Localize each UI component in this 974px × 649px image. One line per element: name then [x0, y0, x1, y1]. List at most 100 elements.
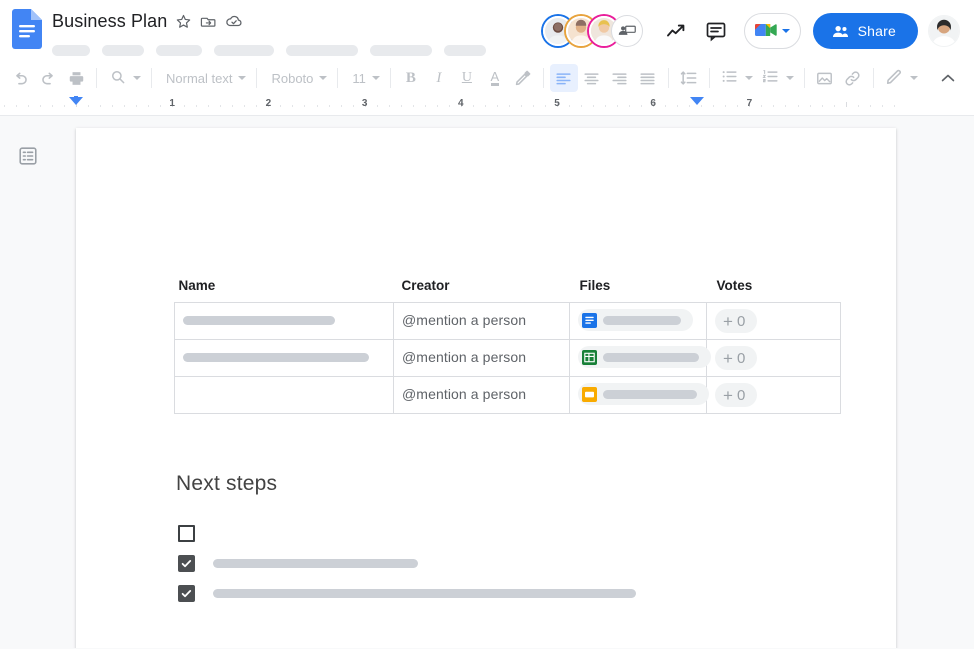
column-header-votes: Votes	[707, 278, 841, 303]
menu-placeholder-format[interactable]	[286, 45, 358, 56]
align-center-icon[interactable]	[578, 64, 606, 92]
cell-files[interactable]	[570, 377, 707, 414]
checklist-item[interactable]	[174, 548, 896, 578]
file-chip[interactable]	[578, 309, 693, 331]
present-to-meeting-icon[interactable]	[612, 16, 642, 46]
menu-placeholder-insert[interactable]	[214, 45, 274, 56]
size-chevron-down-icon	[372, 76, 380, 80]
menu-placeholder-file[interactable]	[52, 45, 90, 56]
ruler-tick-minor	[713, 105, 714, 107]
cell-creator[interactable]: @mention a person	[394, 377, 570, 414]
align-left-icon[interactable]	[550, 64, 578, 92]
ruler-tick-minor	[28, 105, 29, 107]
ruler-tick-minor	[701, 105, 702, 107]
ruler-tick-minor	[124, 105, 125, 107]
vote-chip[interactable]: + 0	[715, 309, 757, 333]
star-icon[interactable]	[175, 13, 192, 30]
paragraph-style-dropdown[interactable]: Normal text	[158, 64, 250, 92]
toolbar-divider	[96, 68, 97, 88]
zoom-chevron-down-icon	[133, 76, 141, 80]
vote-chip[interactable]: + 0	[715, 346, 757, 370]
left-indent-marker[interactable]	[69, 97, 83, 105]
ruler[interactable]: 1234567	[0, 96, 974, 116]
undo-icon[interactable]	[6, 64, 34, 92]
google-slides-file-icon	[582, 387, 597, 402]
ruler-tick-minor	[870, 105, 871, 107]
menu-placeholder-tools[interactable]	[370, 45, 432, 56]
table-row[interactable]: @mention a person	[175, 303, 841, 340]
checkbox-checked-icon[interactable]	[178, 585, 195, 602]
collapse-toolbar-icon[interactable]	[934, 64, 962, 92]
zoom-dropdown[interactable]	[103, 64, 145, 92]
google-docs-logo[interactable]	[12, 9, 42, 49]
insert-link-icon[interactable]	[839, 64, 867, 92]
line-spacing-icon[interactable]	[675, 64, 703, 92]
meet-button[interactable]	[744, 13, 801, 49]
numbered-list-chevron-down-icon	[786, 76, 794, 80]
ruler-tick-minor	[894, 105, 895, 107]
menu-placeholder-help[interactable]	[444, 45, 486, 56]
file-chip[interactable]	[578, 383, 709, 405]
comment-history-button[interactable]	[696, 11, 736, 51]
document-page[interactable]: Name Creator Files Votes @mention a pers…	[76, 128, 896, 648]
table-row[interactable]: @mention a person	[175, 340, 841, 377]
cell-files[interactable]	[570, 303, 707, 340]
ruler-tick-major	[846, 102, 847, 107]
ruler-tick-minor	[353, 105, 354, 107]
cell-name[interactable]	[175, 377, 394, 414]
redacted-text	[213, 589, 636, 598]
right-indent-marker[interactable]	[690, 97, 704, 105]
bulleted-list-dropdown[interactable]	[716, 64, 757, 92]
cell-votes[interactable]: + 0	[707, 377, 841, 414]
cell-votes[interactable]: + 0	[707, 340, 841, 377]
ruler-tick-minor	[761, 105, 762, 107]
document-outline-toggle[interactable]	[14, 142, 42, 170]
cell-name[interactable]	[175, 340, 394, 377]
cell-files[interactable]	[570, 340, 707, 377]
text-color-button[interactable]: A	[481, 64, 509, 92]
table-row[interactable]: @mention a person	[175, 377, 841, 414]
checklist-item[interactable]	[174, 518, 896, 548]
ruler-tick-minor	[184, 105, 185, 107]
checkbox-unchecked-icon[interactable]	[178, 525, 195, 542]
menu-placeholder-view[interactable]	[156, 45, 202, 56]
ruler-tick-minor	[641, 105, 642, 107]
share-button-label: Share	[858, 23, 896, 39]
ruler-tick-minor	[292, 105, 293, 107]
bulleted-list-icon	[720, 67, 739, 89]
redo-icon[interactable]	[34, 64, 62, 92]
menu-placeholder-edit[interactable]	[102, 45, 144, 56]
file-chip[interactable]	[578, 346, 711, 368]
ruler-tick-minor	[425, 105, 426, 107]
cloud-saved-icon[interactable]	[225, 12, 243, 30]
cell-name[interactable]	[175, 303, 394, 340]
highlight-color-icon[interactable]	[509, 64, 537, 92]
numbered-list-dropdown[interactable]	[757, 64, 798, 92]
print-icon[interactable]	[62, 64, 90, 92]
vote-chip[interactable]: + 0	[715, 383, 757, 407]
cell-votes[interactable]: + 0	[707, 303, 841, 340]
toolbar-divider	[804, 68, 805, 88]
google-account-avatar[interactable]	[928, 15, 960, 47]
underline-button[interactable]: U	[453, 64, 481, 92]
editing-mode-dropdown[interactable]	[880, 64, 922, 92]
italic-button[interactable]: I	[425, 64, 453, 92]
page-title[interactable]: Business Plan	[52, 11, 167, 32]
move-to-folder-icon[interactable]	[200, 13, 217, 30]
cell-creator[interactable]: @mention a person	[394, 303, 570, 340]
align-right-icon[interactable]	[606, 64, 634, 92]
ruler-tick-minor	[449, 105, 450, 107]
bold-button[interactable]: B	[397, 64, 425, 92]
document-workspace: Name Creator Files Votes @mention a pers…	[0, 116, 974, 648]
font-size-value: 11	[352, 71, 366, 86]
font-size-dropdown[interactable]: 11	[344, 64, 384, 92]
font-family-dropdown[interactable]: Roboto	[263, 64, 331, 92]
cell-creator[interactable]: @mention a person	[394, 340, 570, 377]
checkbox-checked-icon[interactable]	[178, 555, 195, 572]
align-justify-icon[interactable]	[634, 64, 662, 92]
insert-image-icon[interactable]	[811, 64, 839, 92]
activity-dashboard-button[interactable]	[656, 11, 696, 51]
checklist-item[interactable]	[174, 578, 896, 608]
share-button[interactable]: Share	[813, 13, 918, 49]
people-lock-icon	[831, 22, 850, 41]
